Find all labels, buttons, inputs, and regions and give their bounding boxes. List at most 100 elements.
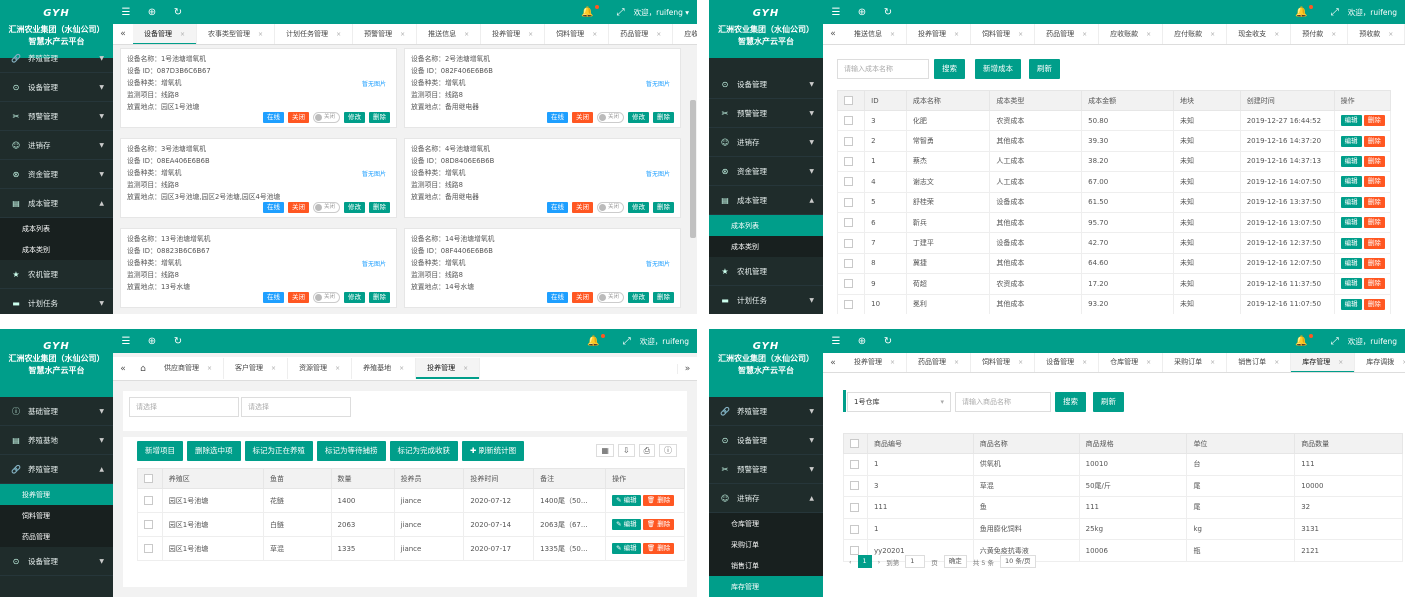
checkbox[interactable] (844, 177, 853, 187)
tab[interactable]: 饲料管理 × (545, 24, 610, 44)
sidebar-item[interactable]: ⓘ 基础管理 ▼ (0, 397, 113, 426)
edit-button[interactable]: 修改 (344, 292, 365, 303)
edit-button[interactable]: ✎ 编辑 (612, 495, 641, 506)
sidebar-item[interactable]: ★ 农机管理 (709, 257, 823, 286)
delete-button[interactable]: 🗑 删除 (642, 519, 675, 530)
sidebar-item[interactable]: ⊛ 资金管理 ▼ (709, 157, 823, 186)
tabs-scroll-right-icon[interactable]: » (677, 363, 697, 374)
column-header[interactable]: 成本金额 (1081, 90, 1174, 111)
row-checkbox[interactable] (137, 536, 163, 561)
column-header[interactable]: 商品编号 (866, 433, 974, 454)
column-header[interactable]: 创建时间 (1239, 90, 1335, 111)
sidebar-item[interactable]: ▤ 养殖基地 ▼ (0, 426, 113, 455)
sidebar-item[interactable]: ▤ 成本管理 ▲ (709, 186, 823, 215)
tab[interactable]: 推送信息 × (417, 24, 482, 44)
search-button[interactable]: 搜索 (1055, 392, 1086, 412)
search-button[interactable]: 搜索 (934, 59, 965, 79)
toolbar-button[interactable]: 删除选中项 (187, 441, 241, 461)
fullscreen-icon[interactable]: ⤢ (1322, 336, 1348, 347)
edit-button[interactable]: 编辑 (1340, 298, 1362, 310)
column-header[interactable]: ID (864, 90, 907, 111)
checkbox[interactable] (144, 474, 153, 483)
close-icon[interactable]: × (1210, 359, 1215, 366)
row-checkbox[interactable] (836, 211, 866, 234)
checkbox[interactable] (144, 544, 153, 553)
close-icon[interactable]: × (954, 31, 959, 38)
edit-button[interactable]: 编辑 (1340, 257, 1362, 269)
close-icon[interactable]: × (1388, 31, 1393, 38)
checkbox[interactable] (144, 496, 153, 505)
checkbox[interactable] (844, 197, 853, 207)
sidebar-item[interactable]: ✂ 预警管理 ▼ (709, 455, 823, 484)
column-header[interactable]: 商品规格 (1078, 433, 1188, 454)
delete-button[interactable]: 删除 (1363, 196, 1385, 208)
refresh-icon[interactable]: ↻ (875, 336, 901, 347)
power-toggle[interactable]: 关闭 (597, 292, 624, 303)
columns-icon[interactable]: ▦ (596, 444, 614, 457)
bell-icon[interactable]: 🔔 (587, 333, 605, 347)
sidebar-item[interactable]: ⊛ 资金管理 ▼ (0, 160, 113, 189)
tab[interactable]: 药品管理 × (1035, 24, 1100, 44)
row-checkbox[interactable] (843, 517, 868, 541)
tab[interactable]: 采购订单 × (1163, 353, 1228, 372)
checkbox[interactable] (850, 459, 859, 469)
delete-button[interactable]: 删除 (1363, 115, 1385, 127)
delete-button[interactable]: 删除 (369, 112, 390, 123)
close-icon[interactable]: × (528, 31, 533, 38)
menu-toggle-icon[interactable]: ☰ (823, 336, 849, 347)
edit-button[interactable]: 修改 (628, 292, 649, 303)
delete-button[interactable]: 🗑 删除 (642, 543, 675, 554)
tab[interactable]: 销售订单 × (1227, 353, 1292, 372)
checkbox[interactable] (844, 156, 853, 166)
edit-button[interactable]: 编辑 (1340, 237, 1362, 249)
checkbox[interactable] (844, 96, 853, 105)
print-icon[interactable]: ⎙ (638, 444, 655, 457)
sidebar-item[interactable]: ☺ 进销存 ▲ (709, 484, 823, 513)
tab[interactable]: 投养管理 × (481, 24, 546, 44)
checkbox[interactable] (844, 258, 853, 268)
cost-name-input[interactable]: 请输入成本名称 (837, 59, 929, 79)
delete-button[interactable]: 删除 (1363, 217, 1385, 229)
close-icon[interactable]: × (463, 365, 468, 372)
add-cost-button[interactable]: 新增成本 (975, 59, 1021, 79)
delete-button[interactable]: 删除 (1363, 155, 1385, 167)
sidebar-item[interactable]: ⊙ 设备管理 ▼ (0, 547, 113, 576)
close-icon[interactable]: × (1338, 359, 1343, 366)
delete-button[interactable]: 删除 (369, 292, 390, 303)
edit-button[interactable]: 修改 (628, 112, 649, 123)
info-icon[interactable]: ⓘ (659, 444, 677, 457)
close-icon[interactable]: × (336, 31, 341, 38)
tab[interactable]: 现金收支 × (1227, 24, 1292, 44)
tab[interactable]: 预警管理 × (353, 24, 418, 44)
delete-button[interactable]: 删除 (1363, 298, 1385, 310)
sidebar-subitem[interactable]: 成本类别 (0, 239, 113, 260)
tab[interactable]: 计划任务管理 × (275, 24, 354, 44)
tab[interactable]: 养殖基地 × (352, 358, 417, 379)
sidebar-item[interactable]: ☺ 进销存 ▼ (709, 128, 823, 157)
sidebar-subitem[interactable]: 销售订单 (709, 555, 823, 576)
tab[interactable]: 药品管理 × (609, 24, 674, 44)
toolbar-button[interactable]: 标记为等待捕捞 (317, 441, 386, 461)
column-header[interactable]: 成本名称 (905, 90, 991, 111)
edit-button[interactable]: 编辑 (1340, 115, 1362, 127)
tab[interactable]: 饲料管理 × (971, 24, 1036, 44)
sidebar-subitem[interactable]: 投养管理 (0, 484, 113, 505)
column-header[interactable]: 鱼苗 (263, 468, 332, 489)
tab[interactable]: 应付账款 × (1163, 24, 1228, 44)
row-checkbox[interactable] (843, 474, 868, 498)
tab[interactable]: 设备管理 × (133, 24, 198, 44)
sidebar-item[interactable]: ✂ 预警管理 ▼ (0, 102, 113, 131)
column-header[interactable]: 成本类型 (989, 90, 1083, 111)
tabs-scroll-left-icon[interactable]: « (823, 29, 843, 39)
fullscreen-icon[interactable]: ⤢ (608, 7, 634, 18)
row-checkbox[interactable] (836, 150, 866, 173)
fish-select[interactable]: 请选择 (241, 397, 351, 417)
toolbar-button[interactable]: 新增项目 (137, 441, 183, 461)
refresh-button[interactable]: 刷新 (1093, 392, 1124, 412)
close-icon[interactable]: × (1018, 359, 1023, 366)
edit-button[interactable]: 编辑 (1340, 135, 1362, 147)
row-checkbox[interactable] (137, 488, 163, 513)
checkbox[interactable] (844, 116, 853, 126)
tab[interactable]: 投养管理 × (416, 358, 481, 379)
fullscreen-icon[interactable]: ⤢ (614, 336, 640, 347)
